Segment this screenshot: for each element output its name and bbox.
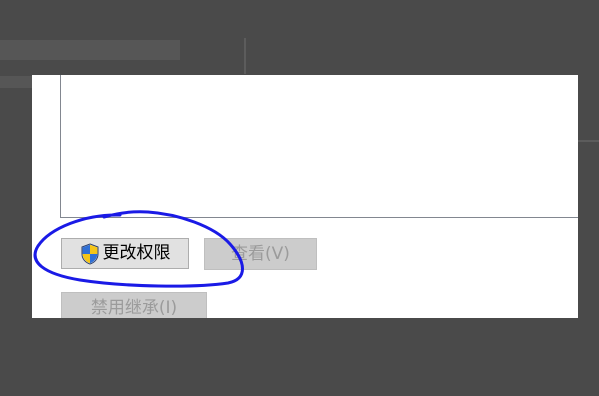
permission-entries-list[interactable]: [60, 75, 578, 218]
disable-inheritance-label: 禁用继承(I): [90, 297, 178, 318]
disable-inheritance-button[interactable]: 禁用继承(I): [61, 292, 207, 318]
uac-shield-icon: [80, 242, 100, 265]
view-button[interactable]: 查看(V): [204, 238, 317, 270]
view-label: 查看(V): [231, 243, 290, 264]
background-window-divider: [244, 38, 246, 74]
background-window-edge: [0, 76, 32, 88]
change-permissions-label: 更改权限: [102, 243, 171, 263]
change-permissions-button[interactable]: 更改权限: [61, 238, 189, 269]
permissions-dialog-panel: 更改权限 查看(V) 禁用继承(I): [32, 75, 578, 318]
background-window-title-bar: [0, 40, 180, 60]
background-window-line: [578, 140, 599, 142]
